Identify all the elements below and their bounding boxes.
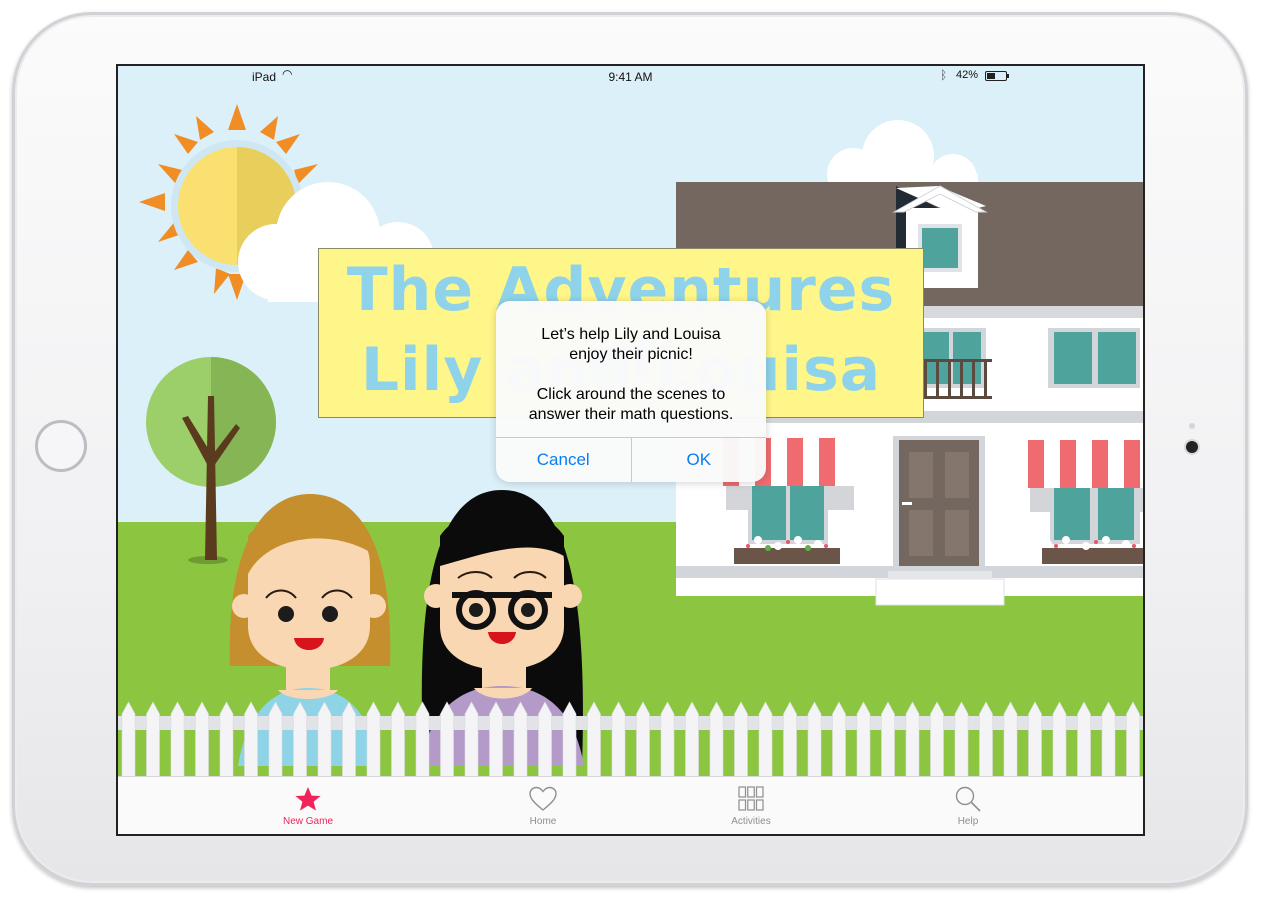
fence-picket [415, 701, 430, 779]
tab-label: Help [957, 816, 979, 827]
tab-bar: New Game Home Activities Help [118, 776, 1143, 834]
alert-message: Let’s help Lily and Louisa enjoy their p… [528, 326, 734, 423]
fence-picket [979, 701, 993, 779]
tab-new-game[interactable]: New Game [248, 783, 368, 827]
battery-percent: 42% [956, 69, 979, 81]
grid-icon [738, 786, 764, 811]
heart-icon [529, 786, 557, 811]
fence-picket [587, 701, 601, 779]
fence-picket [685, 701, 699, 779]
cancel-button[interactable]: Cancel [496, 438, 631, 482]
fence-picket [636, 701, 650, 779]
proximity-sensor [1189, 423, 1195, 429]
star-icon [295, 787, 321, 811]
fence-picket [562, 701, 577, 779]
fence-picket [1126, 701, 1140, 779]
front-camera [1186, 441, 1198, 453]
fence-picket [538, 701, 552, 779]
fence-picket [391, 701, 405, 779]
fence-picket [244, 701, 258, 779]
fence-picket [513, 701, 528, 779]
tab-label: Activities [731, 816, 771, 827]
tab-label: Home [529, 816, 557, 827]
fence-picket [856, 701, 871, 779]
fence-picket [930, 701, 944, 779]
fence-picket [783, 701, 797, 779]
fence-picket [734, 701, 748, 779]
status-bar: iPad ◠ 9:41 AM ᛒ 42% [118, 66, 1143, 86]
fence-picket [905, 701, 920, 779]
fence-picket [709, 701, 724, 779]
fence-picket [317, 701, 332, 779]
tab-help[interactable]: Help [908, 783, 1028, 827]
fence-picket [807, 701, 822, 779]
fence-picket [366, 701, 381, 779]
fence-picket [758, 701, 773, 779]
fence-picket [489, 701, 503, 779]
fence-picket [268, 701, 283, 779]
fence-picket [342, 701, 356, 779]
home-button[interactable] [35, 420, 87, 472]
screen: iPad ◠ 9:41 AM ᛒ 42% The Adventures of L… [116, 64, 1145, 836]
bluetooth-icon: ᛒ [940, 68, 948, 82]
fence-picket [1003, 701, 1018, 779]
fence-picket [440, 701, 454, 779]
fence-picket [660, 701, 675, 779]
fence-picket [146, 701, 160, 779]
fence-picket [219, 701, 234, 779]
fence-picket [464, 701, 479, 779]
fence-picket [881, 701, 895, 779]
fence-picket [1028, 701, 1042, 779]
ok-button[interactable]: OK [630, 438, 767, 482]
fence-picket [611, 701, 626, 779]
fence-picket [1077, 701, 1091, 779]
fence-picket [954, 701, 969, 779]
fence-picket [195, 701, 209, 779]
magnifier-icon [955, 786, 981, 812]
fence-picket [1101, 701, 1116, 779]
fence-picket [293, 701, 307, 779]
tab-home[interactable]: Home [483, 783, 603, 827]
tab-activities[interactable]: Activities [691, 783, 811, 827]
fence-picket [1052, 701, 1067, 779]
fence-picket [121, 701, 136, 779]
tab-label: New Game [282, 816, 333, 827]
battery-icon [985, 71, 1009, 81]
fence-picket [170, 701, 185, 779]
alert-dialog: Let’s help Lily and Louisa enjoy their p… [496, 301, 766, 482]
fence-picket [832, 701, 846, 779]
alert-buttons: Cancel OK [496, 437, 766, 482]
